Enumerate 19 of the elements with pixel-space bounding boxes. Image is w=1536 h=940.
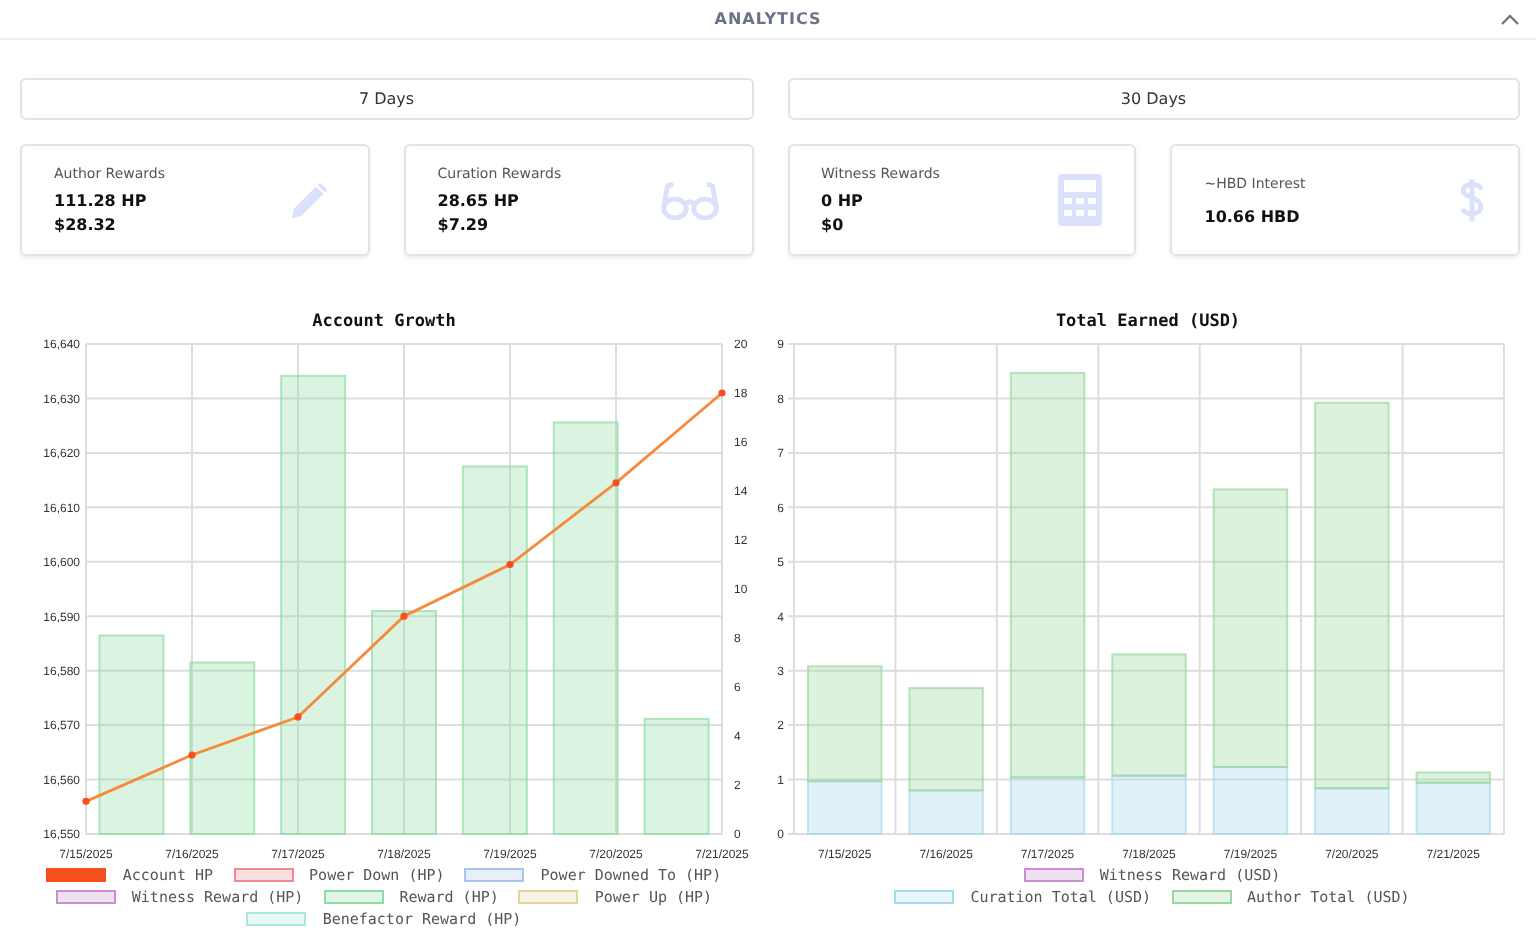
point	[718, 389, 726, 397]
range-button[interactable]: 7 Days	[20, 78, 753, 120]
card-value: $28.32	[54, 216, 118, 234]
point	[506, 560, 514, 569]
card-value: $7.29	[437, 216, 491, 234]
card-value: 10.66 HBD	[1204, 207, 1302, 225]
chart-title: Account Growth	[312, 312, 456, 332]
point	[82, 797, 90, 805]
point	[188, 751, 196, 759]
range-button[interactable]: 30 Days	[787, 78, 1520, 120]
point	[612, 479, 620, 487]
point	[400, 612, 408, 620]
card-value: $0	[821, 216, 846, 234]
card-value: 28.65 HP	[437, 192, 521, 210]
section-title: ANALYTICS	[714, 10, 822, 28]
card-value: 111.28 HP	[54, 192, 149, 210]
chart-title: Total Earned (USD)	[1055, 312, 1241, 332]
point	[294, 713, 302, 721]
card-value: 0 HP	[821, 192, 865, 210]
